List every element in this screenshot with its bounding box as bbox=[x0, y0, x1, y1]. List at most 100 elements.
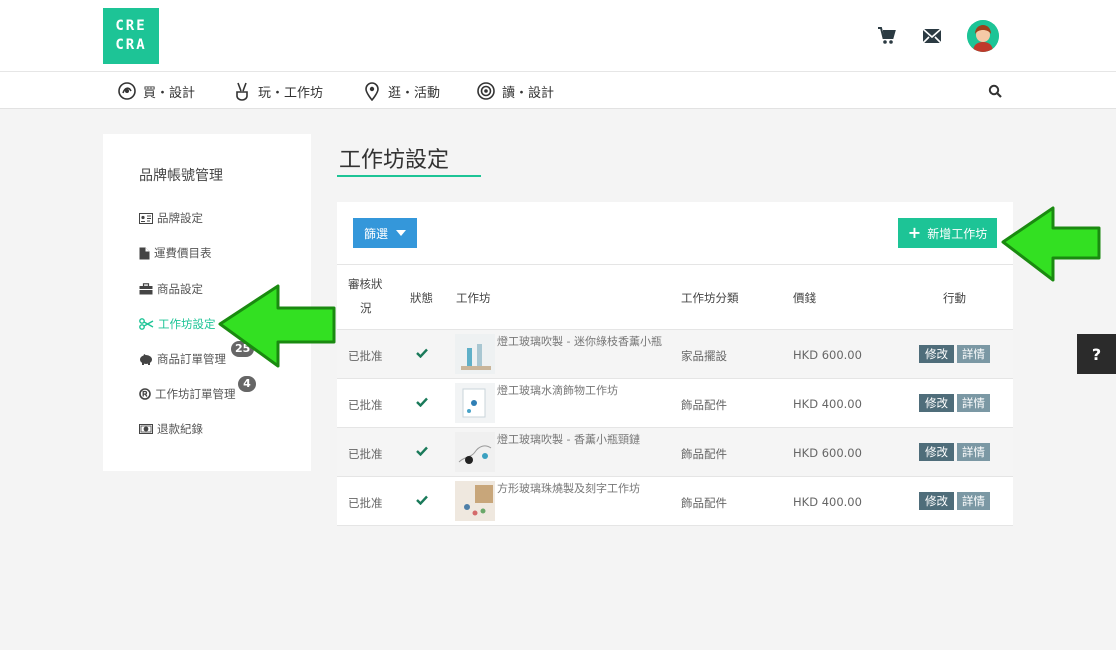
workshop-name-link[interactable]: 燈工玻璃吹製 - 迷你綠枝香薰小瓶 bbox=[497, 335, 667, 348]
sidebar-item-label: 工作坊設定 bbox=[158, 317, 216, 331]
sidebar-item-workshop-settings[interactable]: 工作坊設定 bbox=[139, 314, 216, 334]
plus-icon: + bbox=[907, 223, 922, 242]
nav-item-label: 玩・工作坊 bbox=[258, 85, 324, 101]
workshop-price: HKD 600.00 bbox=[793, 348, 862, 362]
workshop-category: 飾品配件 bbox=[681, 447, 727, 461]
add-workshop-button[interactable]: + 新增工作坊 bbox=[898, 218, 997, 248]
table-header: 審核狀 況 狀態 工作坊 工作坊分類 價錢 行動 bbox=[337, 264, 1013, 330]
main-nav: 買・設計 玩・工作坊 逛・活動 讀・設計 bbox=[0, 72, 1116, 109]
eye-target-icon bbox=[477, 82, 495, 100]
details-button[interactable]: 詳情 bbox=[957, 443, 990, 461]
workshop-name-link[interactable]: 燈工玻璃水滴飾物工作坊 bbox=[497, 384, 667, 397]
title-underline bbox=[337, 175, 481, 177]
scissors-icon bbox=[139, 318, 154, 330]
column-header-review: 審核狀 況 bbox=[348, 272, 388, 320]
sidebar-item-label: 運費價目表 bbox=[154, 246, 212, 260]
sidebar-item-brand-settings[interactable]: 品牌設定 bbox=[139, 208, 203, 228]
workshop-panel: 篩選 + 新增工作坊 審核狀 況 狀態 工作坊 工作坊分類 價錢 行動 已批准 … bbox=[337, 202, 1013, 526]
review-status: 已批准 bbox=[348, 349, 383, 363]
annotation-arrow-left-add-button bbox=[1001, 206, 1101, 282]
column-header-workshop: 工作坊 bbox=[456, 291, 491, 305]
crecra-logo[interactable]: CRE CRA bbox=[103, 8, 159, 64]
review-status: 已批准 bbox=[348, 398, 383, 412]
table-row: 已批准 燈工玻璃吹製 - 香薰小瓶頸鏈 飾品配件 HKD 600.00 修改 詳… bbox=[337, 428, 1013, 477]
workshop-name-link[interactable]: 方形玻璃珠燒製及刻字工作坊 bbox=[497, 482, 667, 495]
workshop-orders-count-badge: 4 bbox=[238, 376, 256, 392]
design-icon bbox=[118, 82, 136, 100]
mail-icon[interactable] bbox=[920, 24, 944, 48]
location-pin-icon bbox=[365, 82, 379, 101]
column-header-review-line1: 審核狀 bbox=[348, 277, 383, 291]
column-header-status: 狀態 bbox=[410, 291, 433, 305]
column-header-price: 價錢 bbox=[793, 291, 816, 305]
search-icon[interactable] bbox=[988, 83, 1002, 102]
money-bill-icon bbox=[139, 424, 153, 434]
review-status: 已批准 bbox=[348, 447, 383, 461]
user-avatar[interactable] bbox=[967, 20, 999, 52]
edit-button[interactable]: 修改 bbox=[919, 492, 954, 510]
logo-text-line2: CRA bbox=[115, 37, 147, 53]
workshop-thumbnail bbox=[455, 481, 495, 521]
nav-item-browse[interactable]: 逛・活動 bbox=[362, 80, 440, 102]
workshop-category: 飾品配件 bbox=[681, 496, 727, 510]
edit-button[interactable]: 修改 bbox=[919, 345, 954, 363]
nav-item-label: 買・設計 bbox=[143, 85, 196, 101]
checkmark-icon bbox=[416, 396, 428, 410]
workshop-thumbnail bbox=[455, 334, 495, 374]
filter-label: 篩選 bbox=[363, 226, 388, 241]
workshop-thumbnail bbox=[455, 383, 495, 423]
column-header-category: 工作坊分類 bbox=[681, 291, 739, 305]
details-button[interactable]: 詳情 bbox=[957, 394, 990, 412]
piggy-bank-icon bbox=[140, 353, 152, 365]
peace-hand-icon bbox=[236, 82, 248, 101]
table-row: 已批准 方形玻璃珠燒製及刻字工作坊 飾品配件 HKD 400.00 修改 詳情 bbox=[337, 477, 1013, 526]
workshop-price: HKD 600.00 bbox=[793, 446, 862, 460]
filter-dropdown-button[interactable]: 篩選 bbox=[353, 218, 417, 248]
sidebar-item-shipping-rates[interactable]: 運費價目表 bbox=[139, 243, 212, 263]
annotation-arrow-left-sidebar bbox=[218, 284, 336, 368]
registered-circle-icon bbox=[139, 388, 151, 400]
document-icon bbox=[139, 247, 150, 259]
sidebar-item-label: 商品設定 bbox=[157, 282, 203, 296]
nav-item-label: 讀・設計 bbox=[502, 85, 555, 101]
checkmark-icon bbox=[416, 347, 428, 361]
sidebar-item-product-orders[interactable]: 商品訂單管理 bbox=[139, 349, 226, 369]
column-header-review-line2: 況 bbox=[360, 301, 372, 315]
workshop-category: 家品擺設 bbox=[681, 349, 727, 363]
sidebar-item-label: 退款紀錄 bbox=[157, 422, 203, 436]
briefcase-icon bbox=[139, 283, 153, 295]
workshop-price: HKD 400.00 bbox=[793, 397, 862, 411]
sidebar-item-label: 工作坊訂單管理 bbox=[155, 387, 236, 401]
add-workshop-label: 新增工作坊 bbox=[927, 226, 988, 241]
details-button[interactable]: 詳情 bbox=[957, 345, 990, 363]
workshop-thumbnail bbox=[455, 432, 495, 472]
top-header: CRE CRA bbox=[0, 0, 1116, 72]
sidebar-item-refund-records[interactable]: 退款紀錄 bbox=[139, 419, 203, 439]
page-title: 工作坊設定 bbox=[339, 148, 450, 173]
workshop-category: 飾品配件 bbox=[681, 398, 727, 412]
review-status: 已批准 bbox=[348, 496, 383, 510]
sidebar-item-product-settings[interactable]: 商品設定 bbox=[139, 279, 203, 299]
cart-icon[interactable] bbox=[875, 24, 899, 48]
sidebar-item-workshop-orders[interactable]: 工作坊訂單管理 bbox=[139, 384, 236, 404]
checkmark-icon bbox=[416, 494, 428, 508]
nav-item-buy[interactable]: 買・設計 bbox=[117, 80, 195, 102]
column-header-action: 行動 bbox=[943, 291, 966, 305]
nav-item-read[interactable]: 讀・設計 bbox=[476, 80, 554, 102]
sidebar-title: 品牌帳號管理 bbox=[139, 168, 223, 184]
table-row: 已批准 燈工玻璃吹製 - 迷你綠枝香薰小瓶 家品擺設 HKD 600.00 修改… bbox=[337, 330, 1013, 379]
caret-down-icon bbox=[396, 230, 406, 236]
details-button[interactable]: 詳情 bbox=[957, 492, 990, 510]
logo-text-line1: CRE bbox=[115, 18, 147, 34]
nav-item-play[interactable]: 玩・工作坊 bbox=[232, 80, 323, 102]
edit-button[interactable]: 修改 bbox=[919, 394, 954, 412]
help-button[interactable]: ? bbox=[1077, 334, 1116, 374]
nav-item-label: 逛・活動 bbox=[388, 85, 441, 101]
workshop-name-link[interactable]: 燈工玻璃吹製 - 香薰小瓶頸鏈 bbox=[497, 433, 667, 446]
sidebar-item-label: 品牌設定 bbox=[157, 211, 203, 225]
workshop-price: HKD 400.00 bbox=[793, 495, 862, 509]
edit-button[interactable]: 修改 bbox=[919, 443, 954, 461]
table-row: 已批准 燈工玻璃水滴飾物工作坊 飾品配件 HKD 400.00 修改 詳情 bbox=[337, 379, 1013, 428]
id-card-icon bbox=[139, 212, 153, 224]
checkmark-icon bbox=[416, 445, 428, 459]
